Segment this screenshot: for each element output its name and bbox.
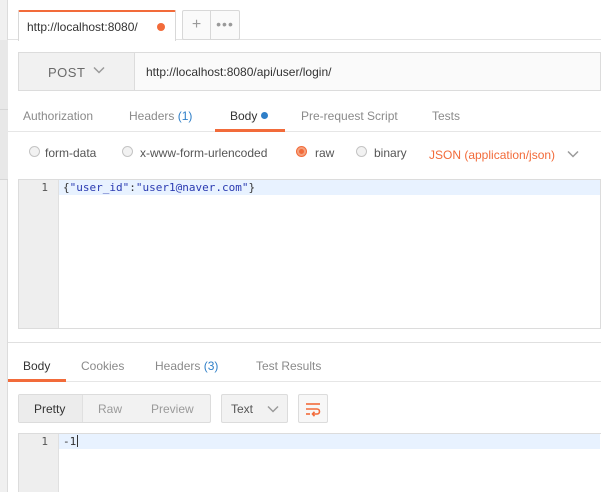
- response-tab-cookies[interactable]: Cookies: [81, 359, 124, 373]
- radio-form-data[interactable]: [29, 146, 40, 157]
- request-tab-title: http://localhost:8080/: [27, 20, 138, 34]
- content-type-dropdown[interactable]: JSON (application/json): [429, 148, 555, 162]
- left-sidebar-edge: [0, 0, 8, 492]
- preview-button[interactable]: Preview: [151, 402, 194, 416]
- request-tab-bar: http://localhost:8080/ + •••: [8, 0, 601, 41]
- tab-body[interactable]: Body: [230, 109, 269, 123]
- radio-binary-label[interactable]: binary: [374, 146, 407, 160]
- request-tab[interactable]: http://localhost:8080/: [18, 10, 176, 41]
- body-mode-selector: form-data x-www-form-urlencoded raw bina…: [8, 140, 601, 168]
- response-body-code: -1: [63, 435, 79, 448]
- radio-urlencoded-label[interactable]: x-www-form-urlencoded: [140, 146, 267, 160]
- tab-pre-request-script[interactable]: Pre-request Script: [301, 109, 398, 123]
- radio-form-data-label[interactable]: form-data: [45, 146, 96, 160]
- tab-tests[interactable]: Tests: [432, 109, 460, 123]
- method-dropdown[interactable]: POST: [19, 53, 135, 90]
- active-tab-underline: [215, 129, 285, 132]
- request-body-code[interactable]: {"user_id":"user1@naver.com"}: [63, 181, 255, 194]
- chevron-down-icon[interactable]: [566, 147, 580, 161]
- raw-button[interactable]: Raw: [98, 402, 122, 416]
- response-tab-headers-count: (3): [203, 359, 219, 373]
- active-line-highlight: [59, 434, 600, 449]
- more-tabs-button[interactable]: •••: [210, 10, 240, 40]
- format-select[interactable]: Text: [221, 394, 288, 423]
- line-gutter: 1: [19, 180, 59, 328]
- radio-urlencoded[interactable]: [122, 146, 133, 157]
- tab-headers-count: (1): [177, 109, 193, 123]
- response-tab-body[interactable]: Body: [23, 359, 50, 373]
- line-gutter: 1: [19, 434, 59, 492]
- radio-raw[interactable]: [296, 146, 307, 157]
- response-tab-headers[interactable]: Headers (3): [155, 359, 218, 373]
- response-tab-headers-label: Headers: [155, 359, 201, 373]
- request-tabs: Authorization Headers (1) Body Pre-reque…: [8, 100, 601, 132]
- tab-authorization[interactable]: Authorization: [23, 109, 93, 123]
- format-select-label: Text: [231, 402, 254, 416]
- tab-headers[interactable]: Headers (1): [129, 109, 192, 123]
- view-mode-group: Pretty Raw Preview: [18, 394, 211, 423]
- response-tabs: Body Cookies Headers (3) Test Results: [8, 350, 601, 382]
- response-body-viewer[interactable]: 1 -1: [18, 433, 601, 492]
- wrap-lines-icon: [306, 403, 321, 417]
- response-divider[interactable]: [8, 342, 601, 343]
- radio-binary[interactable]: [356, 146, 367, 157]
- request-body-editor[interactable]: 1 {"user_id":"user1@naver.com"}: [18, 179, 601, 329]
- chevron-down-icon: [267, 405, 279, 413]
- add-tab-button[interactable]: +: [182, 10, 211, 40]
- line-number: 1: [41, 435, 48, 448]
- pretty-button[interactable]: Pretty: [34, 402, 65, 416]
- tab-body-label: Body: [230, 109, 258, 123]
- text-cursor: [77, 435, 79, 447]
- url-input[interactable]: http://localhost:8080/api/user/login/: [146, 65, 331, 79]
- line-number: 1: [41, 181, 48, 194]
- chevron-down-icon: [93, 66, 105, 74]
- method-label: POST: [48, 65, 86, 80]
- response-tab-test-results[interactable]: Test Results: [256, 359, 321, 373]
- radio-raw-label[interactable]: raw: [315, 146, 334, 160]
- wrap-lines-button[interactable]: [298, 394, 328, 423]
- tab-headers-label: Headers: [129, 109, 175, 123]
- unsaved-dot-icon: [157, 23, 165, 31]
- body-indicator-dot-icon: [261, 112, 269, 119]
- url-bar: POST http://localhost:8080/api/user/logi…: [18, 52, 601, 91]
- active-response-tab-underline: [8, 379, 66, 382]
